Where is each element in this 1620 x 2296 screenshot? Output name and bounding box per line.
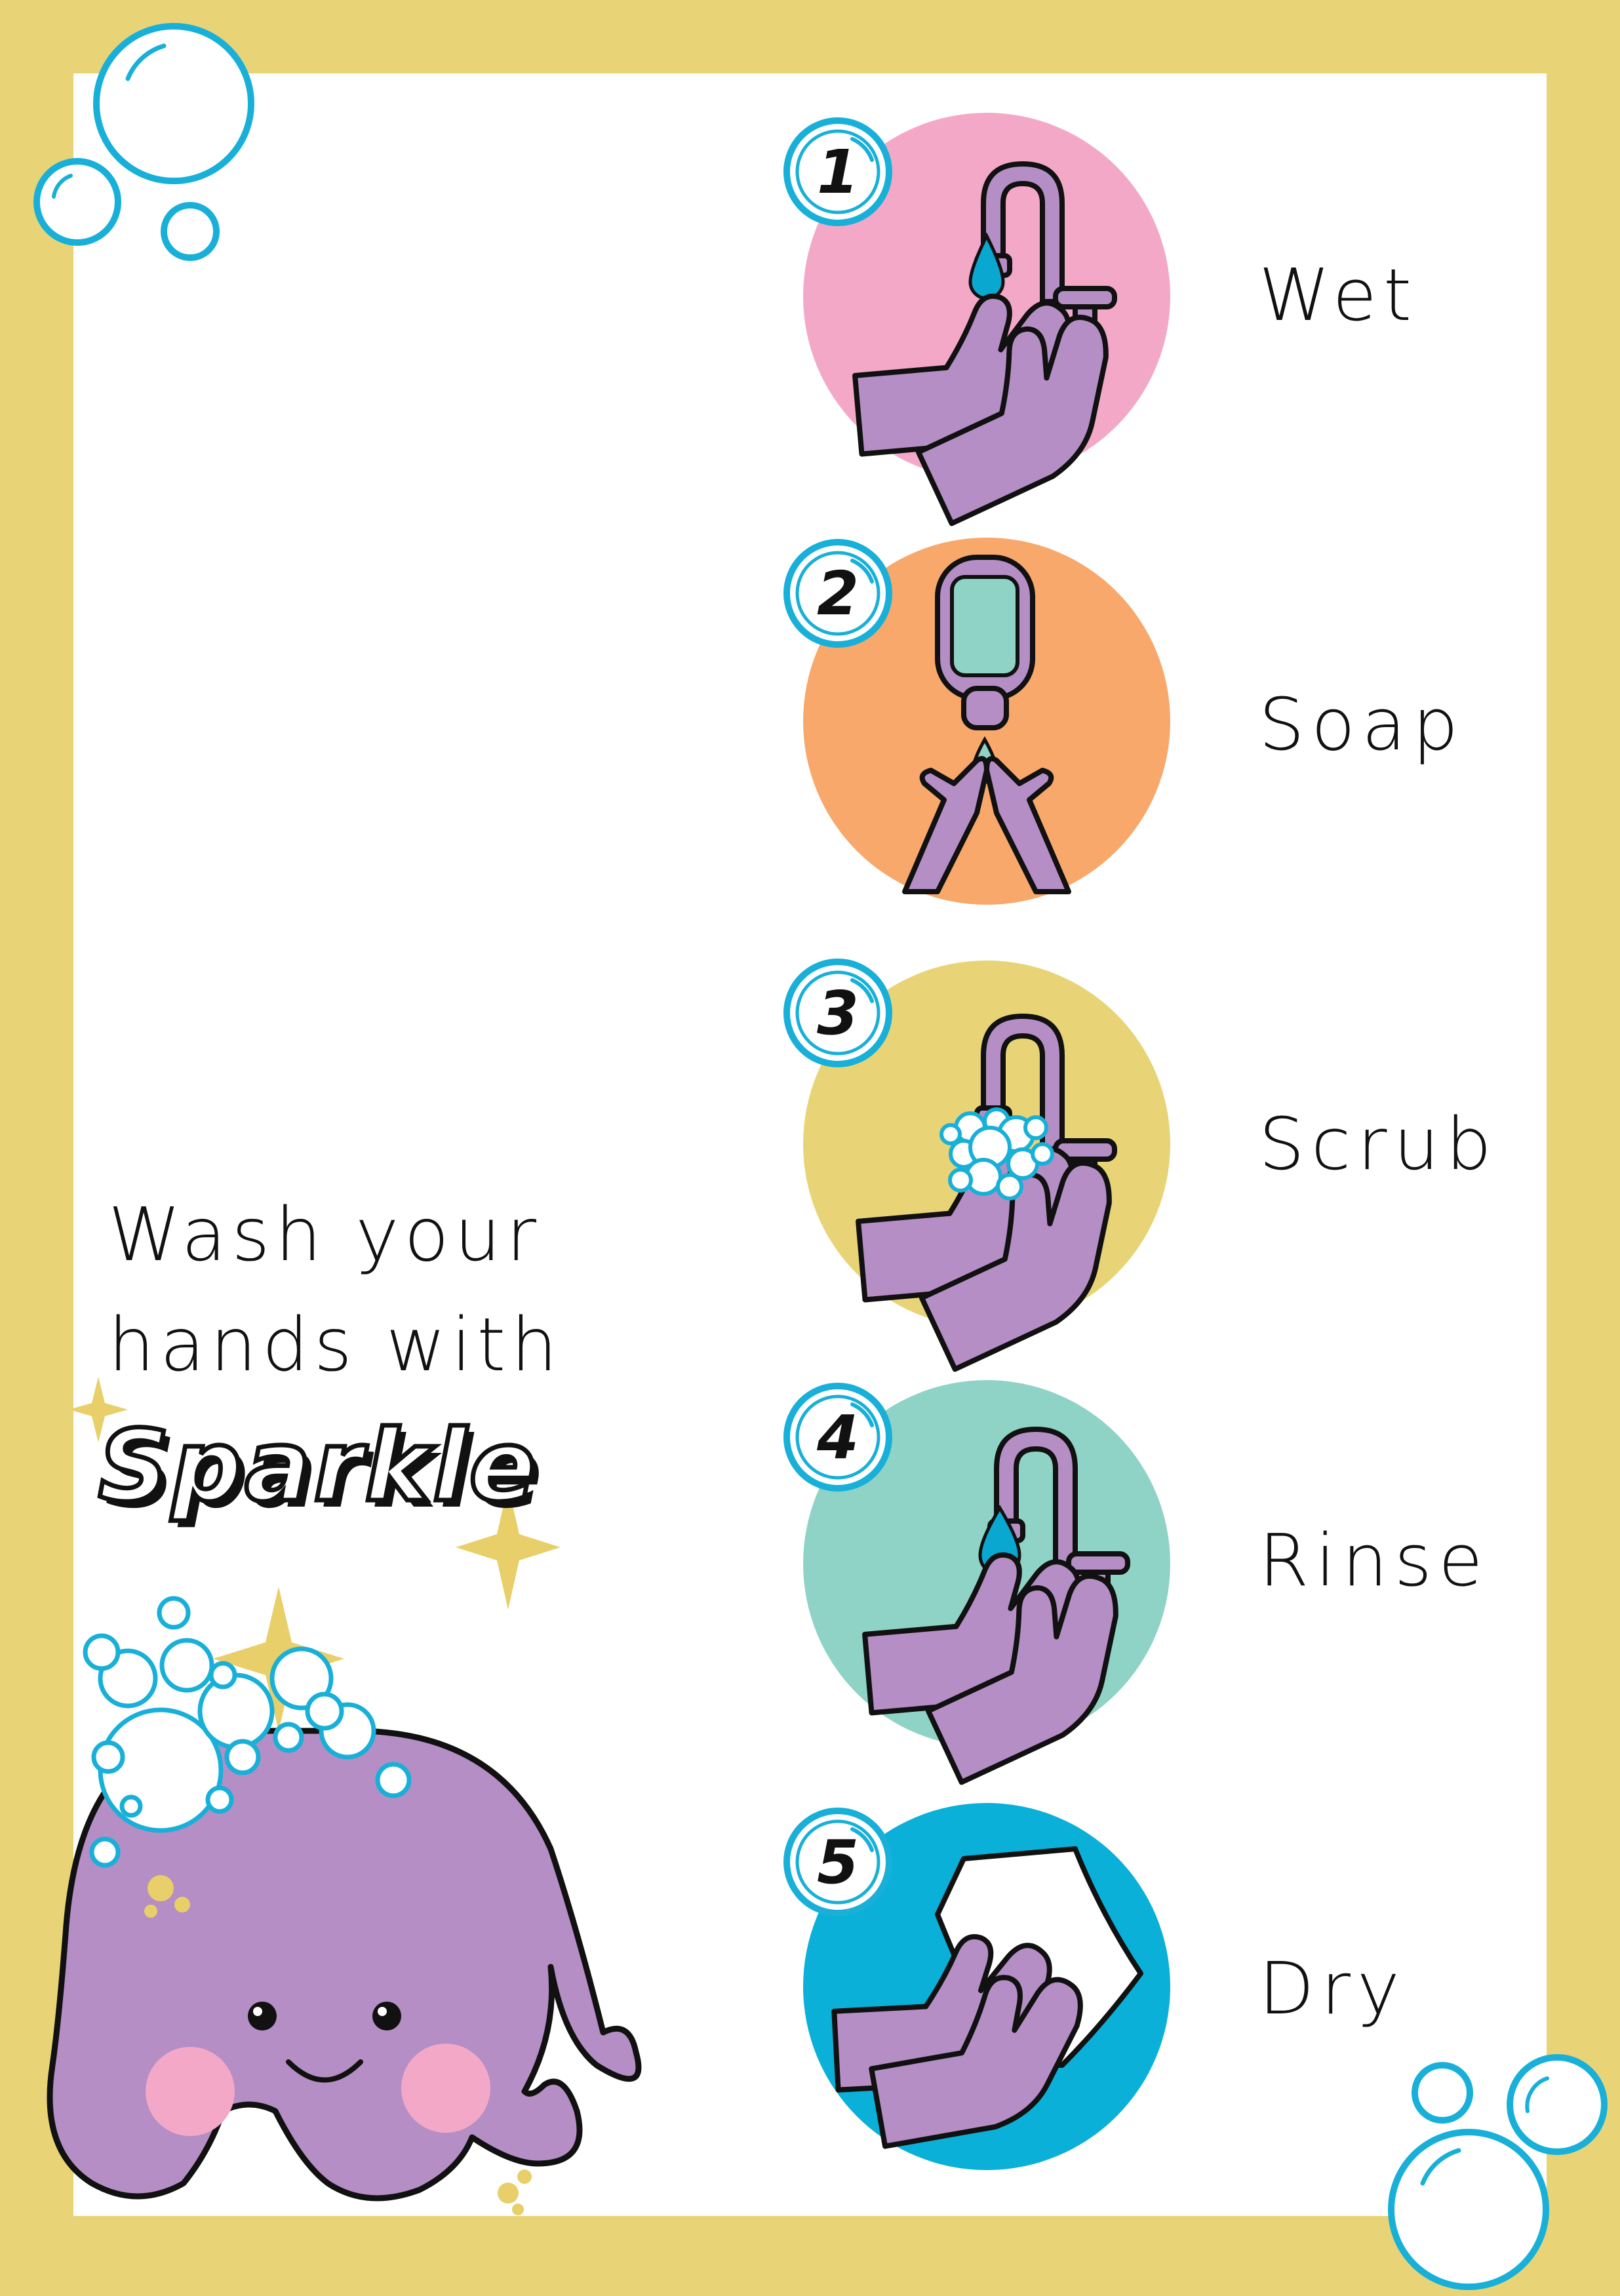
step-2-label: Soap: [1259, 683, 1465, 766]
step-4-label: Rinse: [1259, 1518, 1490, 1602]
octopus-mascot-icon: [47, 1596, 642, 2215]
headline-line-2: hands with: [108, 1303, 563, 1388]
step-5-number: 5: [817, 1827, 859, 1897]
step-3-number: 3: [817, 978, 859, 1048]
step-3-label: Scrub: [1259, 1102, 1499, 1186]
step-4-number: 4: [816, 1402, 859, 1473]
headline: Wash your hands with: [108, 1180, 563, 1400]
step-2-number: 2: [817, 559, 859, 629]
step-1-number: 1: [817, 137, 859, 207]
headline-line-1: Wash your: [108, 1193, 542, 1278]
bubbles-bottom-right-icon: [1388, 2054, 1608, 2290]
step-1-label: Wet: [1259, 253, 1419, 337]
bubbles-top-left-icon: [33, 23, 254, 261]
brand-name: Sparkle: [96, 1408, 539, 1526]
step-5-label: Dry: [1259, 1947, 1407, 2030]
